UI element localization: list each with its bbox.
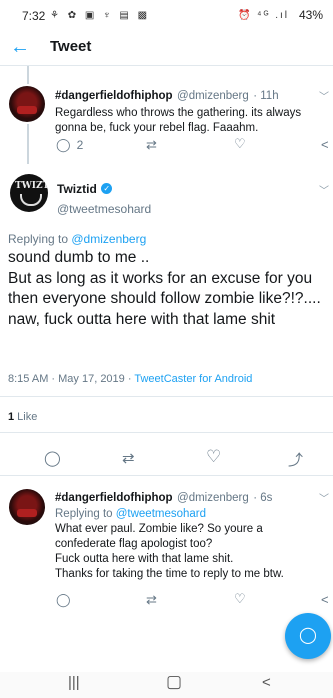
chevron-down-icon[interactable]: ﹀ — [319, 182, 329, 197]
back-icon[interactable]: < — [262, 674, 271, 691]
mention-link[interactable]: @tweetmesohard — [116, 508, 206, 520]
likes-summary[interactable]: 1 Like — [8, 411, 37, 423]
notification-icons: ⚘ ✿ ▣ ♆ ▤ ▩ — [50, 10, 151, 21]
compose-reply-button[interactable]: ◯ — [285, 613, 331, 659]
status-bar: 7:32 ⚘ ✿ ▣ ♆ ▤ ▩ ⏰ ⁴ᴳ .ıl 43% — [0, 0, 333, 30]
main-author[interactable]: Twiztid ✓ @tweetmesohard — [57, 180, 151, 216]
share-icon[interactable]: < — [321, 592, 329, 607]
reply-bubble-icon: ◯ — [299, 627, 317, 644]
tweet-text: What ever paul. Zombie like? So youre a … — [55, 523, 284, 580]
retweet-icon[interactable]: ⇄ — [122, 449, 135, 467]
tweet-time: · 6s — [253, 492, 273, 504]
replying-to: Replying to @dmizenberg — [8, 232, 146, 246]
avatar[interactable]: TWIZTID — [10, 174, 48, 212]
status-time: 7:32 — [22, 9, 46, 23]
thread-line — [27, 66, 29, 84]
chevron-down-icon[interactable]: ﹀ — [319, 88, 329, 103]
share-icon[interactable]: ⤴ — [288, 449, 303, 470]
likes-label: Like — [14, 411, 38, 423]
tweet-metadata: 8:15 AM · May 17, 2019 · TweetCaster for… — [8, 373, 252, 385]
tweet-text: sound dumb to me .. But as long as it wo… — [8, 249, 321, 328]
verified-badge-icon: ✓ — [101, 183, 113, 195]
like-icon[interactable]: ♡ — [206, 447, 221, 467]
author-name[interactable]: Twiztid — [57, 182, 97, 196]
author-handle[interactable]: @dmizenberg — [177, 90, 249, 102]
replying-label: Replying to — [55, 508, 116, 520]
divider — [0, 475, 333, 476]
tweet-text: Regardless who throws the gathering. its… — [55, 107, 302, 134]
back-arrow-icon[interactable]: ← — [10, 36, 30, 59]
mention-link[interactable]: @dmizenberg — [71, 232, 146, 246]
avatar[interactable] — [9, 86, 45, 122]
reply-icon[interactable]: ◯ — [56, 592, 71, 608]
divider — [0, 432, 333, 433]
chevron-down-icon[interactable]: ﹀ — [319, 490, 329, 505]
author-name[interactable]: #dangerfieldofhiphop — [55, 90, 173, 102]
divider — [0, 396, 333, 397]
tweet-parent[interactable]: #dangerfieldofhiphop @dmizenberg · 11h R… — [55, 86, 317, 136]
like-icon[interactable]: ♡ — [234, 136, 246, 152]
thread-line — [27, 124, 29, 164]
recent-apps-icon[interactable]: ||| — [68, 674, 80, 691]
like-icon[interactable]: ♡ — [234, 591, 246, 607]
author-handle[interactable]: @tweetmesohard — [57, 202, 151, 216]
reply-icon[interactable]: ◯ — [44, 449, 61, 467]
replying-label: Replying to — [8, 232, 72, 246]
reply-count: 2 — [76, 138, 84, 152]
tweet-timestamp: 8:15 AM · May 17, 2019 · — [8, 373, 135, 385]
author-handle[interactable]: @dmizenberg — [177, 492, 249, 504]
system-nav-bar: ||| ▢ < — [0, 672, 333, 698]
signal-icons: ⏰ ⁴ᴳ .ıl — [237, 10, 289, 21]
retweet-icon[interactable]: ⇄ — [146, 137, 157, 153]
page-title: Tweet — [50, 38, 92, 55]
replying-to: Replying to @tweetmesohard — [55, 507, 319, 522]
author-name[interactable]: #dangerfieldofhiphop — [55, 492, 173, 504]
app-header: ← Tweet — [0, 30, 333, 66]
avatar-logo-text: TWIZTID — [15, 181, 48, 191]
retweet-icon[interactable]: ⇄ — [146, 592, 157, 608]
tweet-time: · 11h — [253, 90, 279, 102]
avatar[interactable] — [9, 489, 45, 525]
reply-button[interactable]: ◯ 2 — [56, 137, 83, 153]
tweet-reply[interactable]: #dangerfieldofhiphop @dmizenberg · 6s Re… — [55, 488, 319, 582]
client-link[interactable]: TweetCaster for Android — [134, 373, 252, 385]
reply-icon: ◯ — [56, 137, 71, 152]
share-icon[interactable]: < — [321, 137, 329, 152]
battery-level: 43% — [298, 8, 323, 22]
home-icon[interactable]: ▢ — [166, 672, 182, 692]
